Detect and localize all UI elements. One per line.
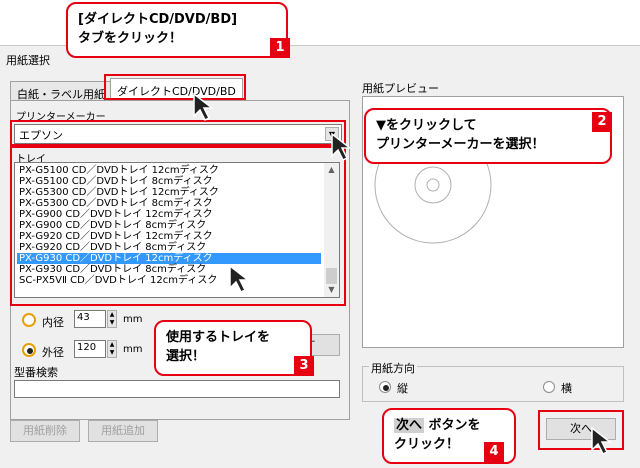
callout-1-line2: タブをクリック！ — [78, 31, 183, 46]
cursor-arrow-icon — [331, 132, 352, 162]
orientation-portrait-label: 縦 — [397, 382, 408, 395]
cursor-arrow-icon — [193, 92, 214, 122]
callout-4-key: 次へ — [394, 418, 425, 433]
model-search-label: 型番検索 — [14, 366, 58, 379]
callout-3-line1: 使用するトレイを — [166, 330, 271, 345]
cursor-arrow-icon — [229, 264, 250, 294]
step-badge-2: 2 — [592, 112, 612, 132]
callout-2: ▼をクリックして プリンターメーカーを選択！ — [364, 108, 612, 164]
dialog-title: 用紙選択 — [6, 54, 50, 67]
highlight-maker — [10, 120, 346, 146]
outer-diameter-spinner[interactable]: ▲ ▼ — [107, 340, 117, 358]
callout-3-line2: 選択！ — [166, 349, 206, 364]
step-badge-1: 1 — [270, 38, 290, 58]
orientation-portrait-radio[interactable] — [379, 381, 391, 393]
callout-3: 使用するトレイを 選択！ — [154, 320, 312, 376]
orientation-landscape-label: 横 — [561, 382, 572, 395]
outer-diameter-field[interactable]: 120 — [74, 340, 106, 358]
delete-paper-button[interactable]: 用紙削除 — [10, 420, 80, 442]
highlight-tab — [104, 74, 246, 100]
callout-2-line2: プリンターメーカーを選択！ — [376, 137, 545, 152]
inner-diameter-label: 内径 — [42, 316, 64, 329]
cursor-arrow-icon — [591, 426, 612, 456]
step-badge-3: 3 — [294, 356, 314, 376]
inner-diameter-field[interactable]: 43 — [74, 310, 106, 328]
preview-label: 用紙プレビュー — [362, 82, 439, 95]
inner-diameter-unit: mm — [123, 314, 143, 325]
callout-2-line1: ▼をクリックして — [376, 118, 477, 133]
step-badge-4: 4 — [484, 442, 504, 462]
outer-diameter-radio[interactable] — [22, 343, 36, 357]
add-paper-button[interactable]: 用紙追加 — [88, 420, 158, 442]
orientation-landscape-radio[interactable] — [543, 381, 555, 393]
outer-diameter-unit: mm — [123, 344, 143, 355]
callout-1-line1: [ダイレクトCD/DVD/BD] — [78, 12, 238, 27]
inner-diameter-radio[interactable] — [22, 313, 36, 327]
orientation-label: 用紙方向 — [369, 360, 417, 376]
callout-1: [ダイレクトCD/DVD/BD] タブをクリック！ — [66, 2, 288, 58]
orientation-group: 用紙方向 縦 横 — [362, 360, 624, 402]
callout-4-rest: ボタンを — [428, 418, 481, 433]
outer-diameter-label: 外径 — [42, 346, 64, 359]
tab-blank-label-paper[interactable]: 白紙・ラベル用紙 — [10, 81, 112, 101]
model-search-input[interactable] — [14, 380, 340, 398]
inner-diameter-spinner[interactable]: ▲ ▼ — [107, 310, 117, 328]
highlight-tray-list — [10, 146, 346, 306]
callout-4-line1: 次へ ボタンを — [394, 416, 504, 435]
